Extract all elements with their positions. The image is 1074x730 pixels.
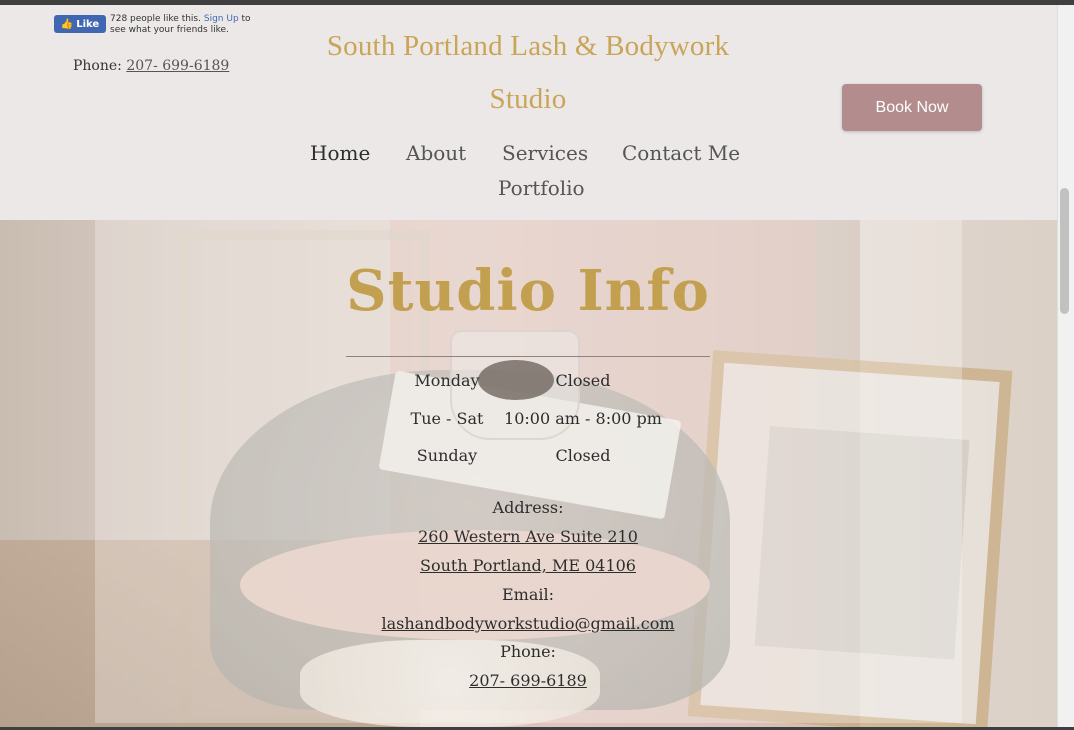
book-now-button[interactable]: Book Now bbox=[842, 84, 982, 131]
address-line1-link[interactable]: 260 Western Ave Suite 210 bbox=[300, 527, 756, 546]
facebook-signup-link[interactable]: Sign Up bbox=[204, 14, 239, 24]
scrollbar-thumb[interactable] bbox=[1060, 188, 1069, 314]
header-phone-link[interactable]: 207- 699-6189 bbox=[126, 58, 229, 74]
address-line2-link[interactable]: South Portland, ME 04106 bbox=[300, 556, 756, 575]
site-title[interactable]: South Portland Lash & Bodywork Studio bbox=[300, 20, 756, 126]
facebook-like-widget: 👍 Like 728 people like this. Sign Up to … bbox=[54, 14, 255, 36]
title-divider bbox=[346, 356, 710, 357]
nav-item-about[interactable]: About bbox=[406, 141, 466, 165]
facebook-like-count: 728 people like this. bbox=[110, 14, 201, 24]
address-label: Address: bbox=[492, 498, 564, 517]
facebook-like-label: Like bbox=[76, 18, 100, 30]
phone-label: Phone: bbox=[500, 642, 556, 661]
scrollbar-track[interactable] bbox=[1057, 5, 1074, 727]
email-link[interactable]: lashandbodyworkstudio@gmail.com bbox=[300, 614, 756, 633]
facebook-like-button[interactable]: 👍 Like bbox=[54, 15, 106, 33]
hours-time-sunday: Closed bbox=[555, 446, 611, 465]
email-label: Email: bbox=[501, 585, 554, 604]
hours-time-monday: Closed bbox=[555, 371, 611, 390]
hours-day-sunday: Sunday bbox=[416, 446, 478, 465]
header-phone-label: Phone: bbox=[73, 58, 122, 74]
hours-time-tue-sat: 10:00 am - 8:00 pm bbox=[504, 409, 662, 428]
hours-day-monday: Monday bbox=[414, 371, 480, 390]
site-title-line1: South Portland Lash & Bodywork bbox=[326, 30, 730, 62]
nav-item-portfolio[interactable]: Portfolio bbox=[498, 176, 585, 200]
studio-info-title: Studio Info bbox=[346, 258, 710, 324]
nav-item-contact-me[interactable]: Contact Me bbox=[622, 141, 740, 165]
nav-item-home[interactable]: Home bbox=[310, 141, 370, 165]
header-phone: Phone: 207- 699-6189 bbox=[73, 58, 229, 74]
site-title-line2: Studio bbox=[489, 83, 567, 115]
phone-link[interactable]: 207- 699-6189 bbox=[300, 671, 756, 690]
nav-item-services[interactable]: Services bbox=[502, 141, 588, 165]
facebook-like-text: 728 people like this. Sign Up to see wha… bbox=[110, 14, 255, 36]
hours-day-tue-sat: Tue - Sat bbox=[410, 409, 484, 428]
thumbs-up-icon: 👍 bbox=[60, 18, 74, 30]
